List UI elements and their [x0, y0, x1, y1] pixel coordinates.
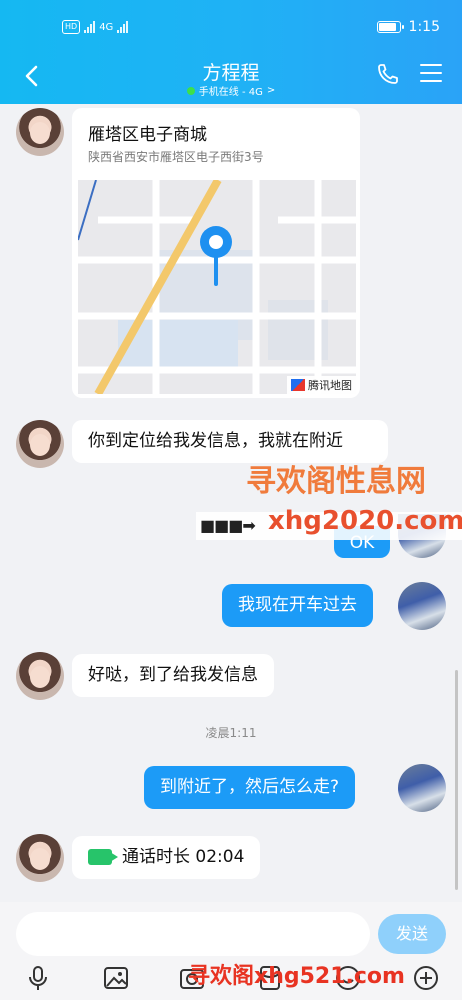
plus-icon[interactable]	[412, 964, 440, 992]
map-brand-label: 腾讯地图	[308, 379, 352, 392]
chat-header: HD 4G 1:15 方程程 手机在线 - 4G >	[0, 0, 462, 104]
message-input[interactable]	[16, 912, 370, 956]
map-brand: 腾讯地图	[287, 376, 356, 394]
message-bubble-received[interactable]: 好哒，到了给我发信息	[72, 654, 274, 697]
message-bubble-sent[interactable]: 我现在开车过去	[222, 584, 373, 627]
watermark-footer: 寻欢阁xhg521.com	[188, 964, 405, 989]
network-type: 4G	[99, 21, 114, 33]
tencent-map-logo-icon	[291, 379, 305, 391]
scrollbar[interactable]	[455, 670, 458, 890]
status-right: 1:15	[376, 19, 440, 35]
battery-level	[378, 23, 397, 31]
battery-icon	[376, 21, 404, 33]
self-avatar[interactable]	[398, 582, 446, 630]
menu-icon[interactable]	[420, 64, 442, 84]
contact-avatar[interactable]	[16, 108, 64, 156]
send-button[interactable]: 发送	[378, 914, 446, 954]
image-icon[interactable]	[102, 964, 130, 992]
clock: 1:15	[408, 19, 440, 35]
self-avatar[interactable]	[398, 764, 446, 812]
map-thumbnail	[78, 180, 356, 394]
arrow-right-icon: ■■■➡	[200, 516, 256, 535]
message-timestamp: 凌晨1:11	[205, 726, 257, 740]
location-card[interactable]: 雁塔区电子商城 陕西省西安市雁塔区电子西街3号 腾讯地图	[72, 108, 360, 398]
video-call-icon	[88, 849, 118, 865]
hd-badge: HD	[62, 20, 81, 34]
phone-call-icon[interactable]	[376, 62, 400, 86]
watermark-url: xhg2020.com	[268, 506, 462, 536]
message-bubble-sent[interactable]: 到附近了，然后怎么走?	[144, 766, 356, 809]
location-name: 雁塔区电子商城	[88, 125, 207, 145]
chevron-right-icon: >	[266, 85, 276, 96]
location-address: 陕西省西安市雁塔区电子西街3号	[88, 150, 264, 164]
contact-avatar[interactable]	[16, 420, 64, 468]
network-indicators: HD 4G	[62, 20, 129, 34]
contact-avatar[interactable]	[16, 652, 64, 700]
watermark-text: 寻欢阁性息网	[246, 464, 426, 499]
signal-icon-2	[117, 21, 129, 33]
online-dot-icon	[186, 86, 195, 95]
signal-icon	[84, 21, 96, 33]
call-duration: 通话时长 02:04	[122, 847, 245, 867]
contact-avatar[interactable]	[16, 834, 64, 882]
call-record-bubble[interactable]: 通话时长 02:04	[72, 836, 261, 879]
online-status-text: 手机在线 - 4G	[198, 87, 263, 98]
status-bar: HD 4G 1:15	[0, 0, 462, 52]
microphone-icon[interactable]	[24, 964, 52, 992]
